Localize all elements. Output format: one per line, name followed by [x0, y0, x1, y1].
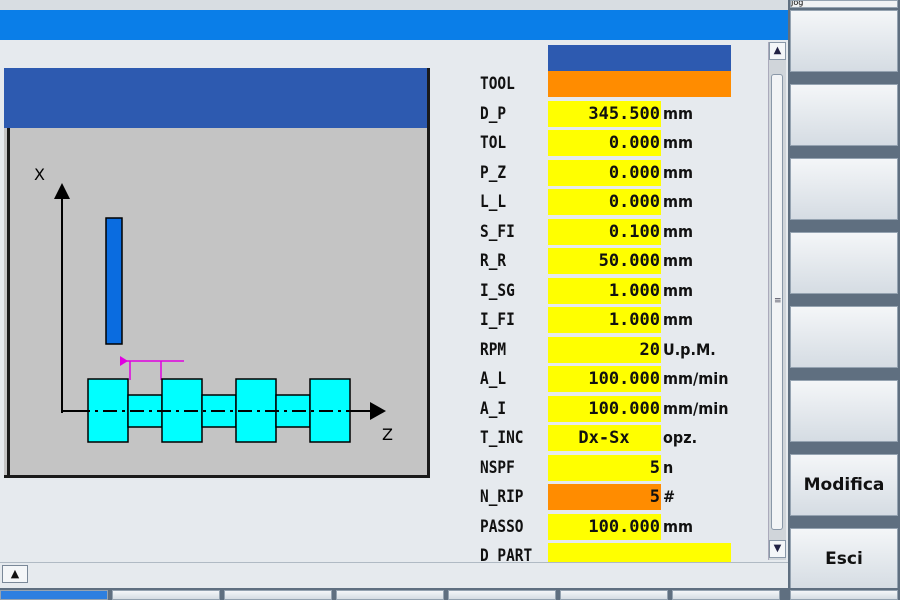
- title-bar: [0, 10, 788, 40]
- param-label: A_I: [480, 398, 507, 419]
- groove-marker: [120, 356, 184, 380]
- param-label: N_RIP: [480, 487, 524, 507]
- hsoftkey-7[interactable]: [672, 590, 780, 600]
- param-unit: mm: [663, 251, 694, 270]
- param-field-s-fi[interactable]: 0.100: [548, 218, 661, 245]
- param-label: S_FI: [480, 221, 515, 242]
- softkey-6[interactable]: [790, 380, 898, 442]
- x-axis-label: X: [34, 165, 45, 184]
- hsoftkey-6[interactable]: [560, 590, 668, 600]
- param-field-nspf[interactable]: 5: [548, 454, 661, 481]
- param-field-a-l[interactable]: 100.000: [548, 366, 661, 392]
- param-field-n-rip[interactable]: 5: [548, 484, 661, 510]
- param-unit: mm: [663, 516, 694, 536]
- graphic-panel: X Z: [4, 68, 430, 478]
- param-label: L_L: [480, 192, 507, 212]
- param-field-p-z[interactable]: 0.000: [548, 159, 661, 186]
- softkey-3[interactable]: [790, 158, 898, 220]
- param-label: I_SG: [480, 280, 515, 301]
- param-unit: mm: [663, 192, 694, 211]
- param-label: TOL: [480, 133, 507, 153]
- param-unit: mm: [663, 162, 694, 182]
- param-unit: mm: [663, 280, 694, 300]
- param-unit: mm: [663, 221, 694, 241]
- param-field-i-fi[interactable]: 1.000: [548, 307, 661, 333]
- param-unit: mm/min: [663, 398, 729, 418]
- softkey-5[interactable]: [790, 306, 898, 368]
- softkey-1[interactable]: [790, 10, 898, 72]
- esci-button[interactable]: Esci: [790, 528, 898, 590]
- param-field-a-i[interactable]: 100.000: [548, 395, 661, 422]
- hsoftkey-8[interactable]: [790, 590, 898, 600]
- vertical-softkey-bar: Jog Modifica Esci: [788, 0, 900, 600]
- hsoftkey-3[interactable]: [224, 590, 332, 600]
- scroll-down-button[interactable]: ▼: [769, 540, 786, 558]
- tool-bar: [105, 217, 123, 345]
- param-label: A_L: [480, 369, 507, 389]
- z-axis-arrow-icon: [370, 402, 386, 420]
- param-unit: #: [663, 487, 676, 506]
- param-unit: U.p.M.: [663, 339, 716, 359]
- param-label: RPM: [480, 339, 507, 360]
- param-field-l-l[interactable]: 0.000: [548, 189, 661, 215]
- softkey-jog-partial[interactable]: Jog: [790, 0, 898, 8]
- param-field-rpm[interactable]: 20: [548, 336, 661, 363]
- softkey-4[interactable]: [790, 232, 898, 294]
- param-field-d-p[interactable]: 345.500: [548, 100, 661, 127]
- hsoftkey-2[interactable]: [112, 590, 220, 600]
- param-field-r-r[interactable]: 50.000: [548, 248, 661, 274]
- softkey-2[interactable]: [790, 84, 898, 146]
- scroll-up-button[interactable]: ▲: [769, 42, 786, 60]
- machining-diagram: X Z: [34, 165, 393, 444]
- param-field-tol[interactable]: 0.000: [548, 130, 661, 156]
- param-label: T_INC: [480, 428, 524, 448]
- z-axis-label: Z: [382, 425, 393, 444]
- param-label: PASSO: [480, 516, 524, 537]
- hsoftkey-5[interactable]: [448, 590, 556, 600]
- parameter-header-field: [548, 45, 731, 71]
- scroll-thumb[interactable]: ≡: [771, 74, 783, 530]
- hsoftkey-1[interactable]: [0, 590, 108, 600]
- horizontal-softkey-bar: [0, 588, 900, 600]
- param-label: R_R: [480, 251, 507, 271]
- param-label: NSPF: [480, 457, 515, 478]
- vertical-scrollbar[interactable]: ▲ ≡ ▼: [768, 42, 786, 560]
- param-unit: mm: [663, 103, 694, 123]
- recall-up-button[interactable]: ▲: [2, 565, 28, 583]
- modifica-button[interactable]: Modifica: [790, 454, 898, 516]
- param-unit: mm/min: [663, 369, 729, 388]
- param-field-passo[interactable]: 100.000: [548, 513, 661, 540]
- param-label: TOOL: [480, 74, 515, 94]
- param-unit: opz.: [663, 428, 698, 447]
- param-field-tool[interactable]: [548, 71, 731, 97]
- top-strip: [0, 0, 788, 10]
- param-unit: n: [663, 457, 674, 477]
- bottom-bar: ▲: [0, 562, 788, 589]
- x-axis-arrow-icon: [54, 183, 70, 199]
- param-label: D_P: [480, 103, 507, 124]
- param-field-t-inc[interactable]: Dx-Sx: [548, 425, 661, 451]
- param-unit: mm: [663, 133, 694, 152]
- grip-icon: ≡: [774, 296, 782, 306]
- hsoftkey-4[interactable]: [336, 590, 444, 600]
- param-label: I_FI: [480, 310, 515, 330]
- param-unit: mm: [663, 310, 694, 329]
- param-label: P_Z: [480, 162, 507, 183]
- param-field-i-sg[interactable]: 1.000: [548, 277, 661, 304]
